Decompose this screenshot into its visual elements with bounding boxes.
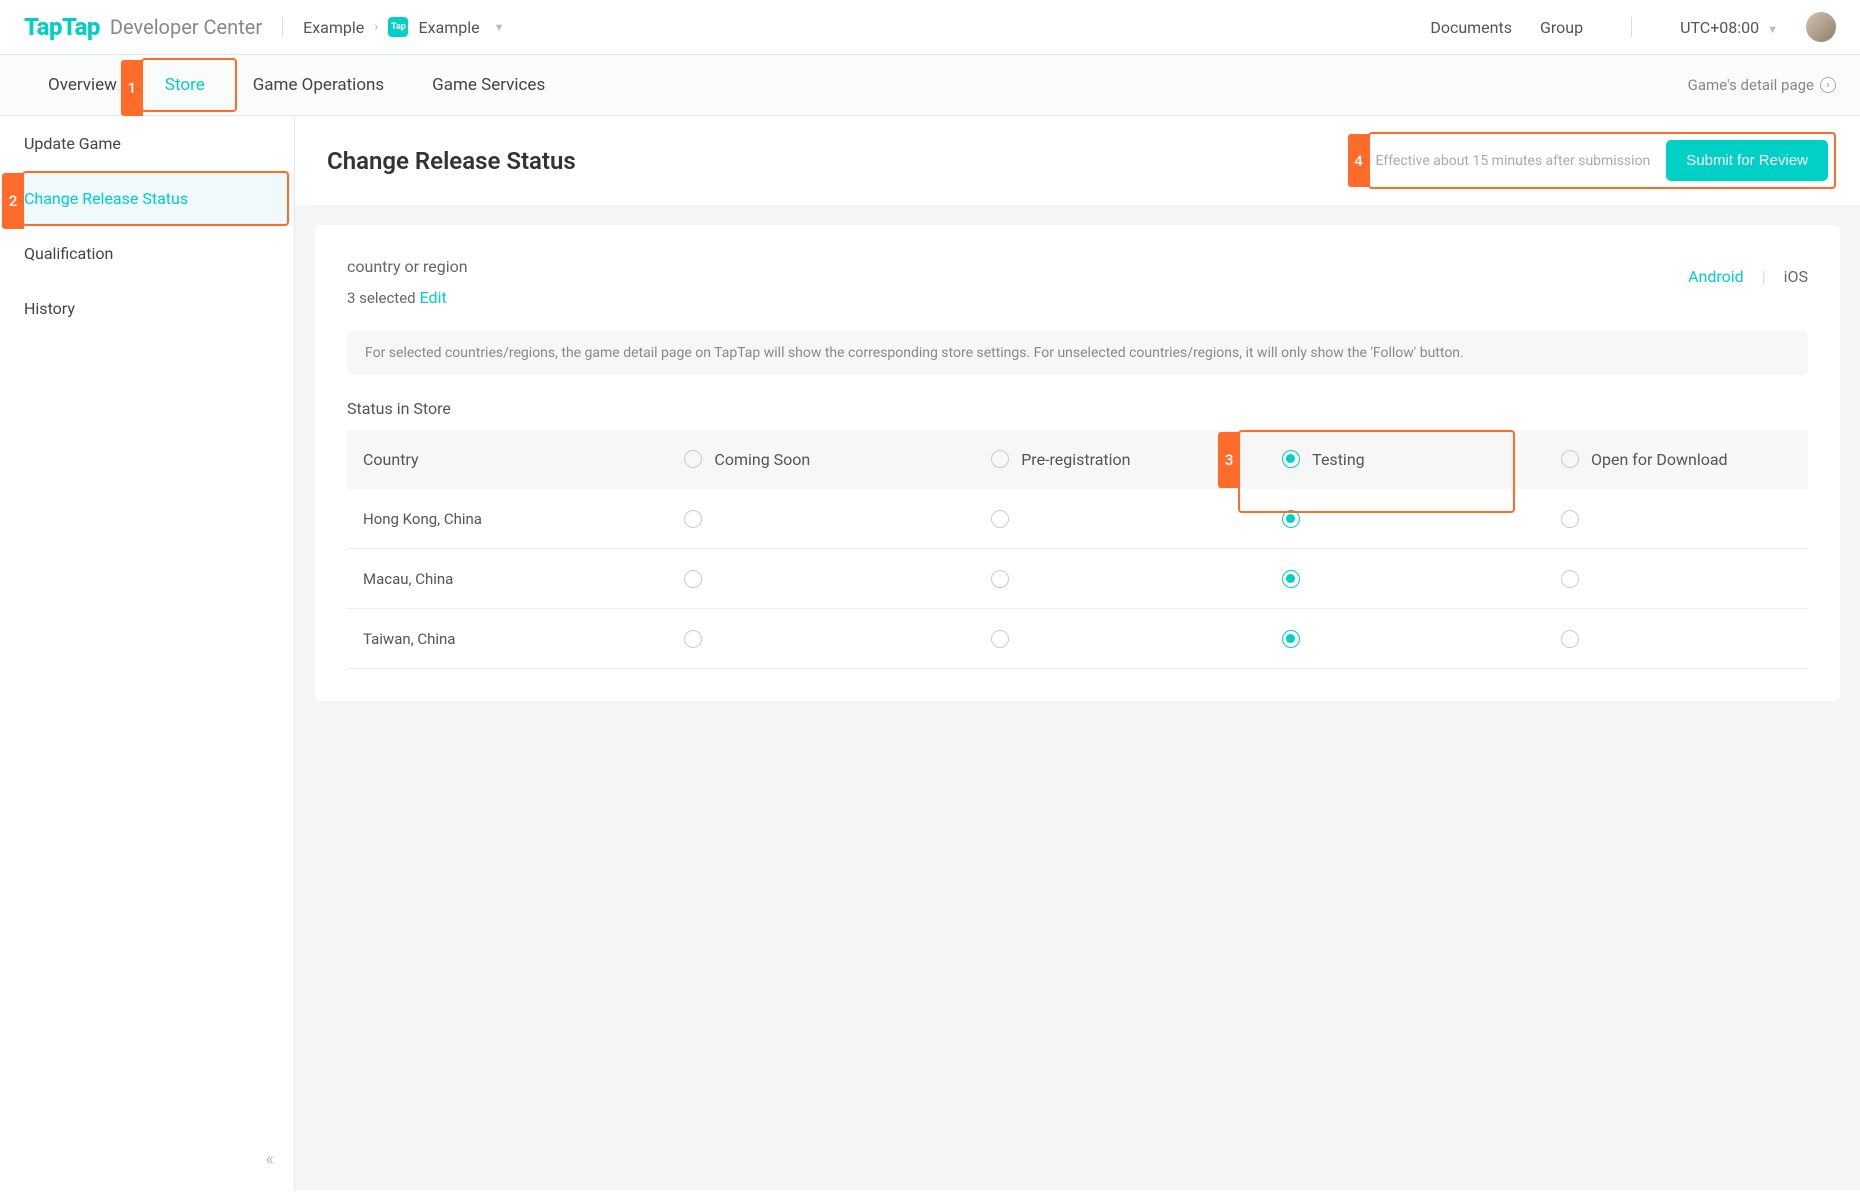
chevron-right-icon: › xyxy=(374,19,378,35)
main-header: Change Release Status 4 Effective about … xyxy=(295,116,1860,205)
tab-game-operations[interactable]: Game Operations xyxy=(229,55,408,115)
cell-radio-coming_soon[interactable] xyxy=(668,609,975,669)
col-pre-registration[interactable]: Pre-registration xyxy=(975,430,1238,489)
tab-store-wrapper: 1 Store xyxy=(141,55,229,115)
collapse-sidebar-icon[interactable]: « xyxy=(266,1149,274,1170)
radio-icon xyxy=(684,630,702,648)
breadcrumb-item-1[interactable]: Example xyxy=(303,18,364,37)
tab-overview[interactable]: Overview xyxy=(24,55,141,115)
radio-icon xyxy=(1561,510,1579,528)
radio-icon xyxy=(684,570,702,588)
breadcrumb-item-2[interactable]: Example xyxy=(418,18,479,37)
sidebar-item-change-release-status[interactable]: Change Release Status xyxy=(0,171,294,226)
info-banner: For selected countries/regions, the game… xyxy=(347,331,1808,375)
radio-icon xyxy=(1282,450,1300,468)
radio-icon xyxy=(991,450,1009,468)
cell-radio-open_download[interactable] xyxy=(1545,489,1808,549)
table-header-row: Country Coming Soon Pre-registration xyxy=(347,430,1808,489)
game-detail-page-link[interactable]: Game's detail page › xyxy=(1688,76,1836,94)
col-coming-soon[interactable]: Coming Soon xyxy=(668,430,975,489)
cell-radio-testing[interactable] xyxy=(1238,489,1545,549)
nav-documents[interactable]: Documents xyxy=(1430,18,1512,37)
dev-center-label: Developer Center xyxy=(110,15,262,39)
table-row: Hong Kong, China xyxy=(347,489,1808,549)
cell-radio-testing[interactable] xyxy=(1238,549,1545,609)
radio-icon xyxy=(991,630,1009,648)
cell-radio-pre_registration[interactable] xyxy=(975,549,1238,609)
cell-radio-pre_registration[interactable] xyxy=(975,609,1238,669)
region-label: country or region xyxy=(347,257,1808,276)
col-country: Country xyxy=(347,430,668,489)
edit-link[interactable]: Edit xyxy=(420,288,447,307)
radio-icon xyxy=(1561,570,1579,588)
cell-radio-coming_soon[interactable] xyxy=(668,489,975,549)
selected-count: 3 selected xyxy=(347,289,416,307)
radio-icon xyxy=(1282,570,1300,588)
nav-group[interactable]: Group xyxy=(1540,18,1583,37)
sidebar-item-update-game[interactable]: Update Game xyxy=(0,116,294,171)
cell-radio-open_download[interactable] xyxy=(1545,549,1808,609)
cell-radio-testing[interactable] xyxy=(1238,609,1545,669)
sidebar-item-history[interactable]: History xyxy=(0,281,294,336)
header-bar: TapTap Developer Center Example › Tap Ex… xyxy=(0,0,1860,55)
selected-row: 3 selected Edit xyxy=(347,288,1808,307)
cell-country: Hong Kong, China xyxy=(347,489,668,549)
cell-radio-coming_soon[interactable] xyxy=(668,549,975,609)
header-right: Documents Group UTC+08:00 ▼ xyxy=(1430,12,1836,42)
dropdown-caret-icon[interactable]: ▼ xyxy=(494,21,505,34)
tab-game-services[interactable]: Game Services xyxy=(408,55,569,115)
radio-icon xyxy=(684,450,702,468)
radio-icon xyxy=(991,510,1009,528)
app-icon: Tap xyxy=(388,17,408,37)
radio-icon xyxy=(684,510,702,528)
platform-tab-ios[interactable]: iOS xyxy=(1784,267,1808,286)
divider xyxy=(1631,17,1632,37)
main-tabs: Overview 1 Store Game Operations Game Se… xyxy=(0,55,1860,116)
platform-tabs: Android | iOS xyxy=(1688,267,1808,286)
logo[interactable]: TapTap xyxy=(24,13,100,41)
radio-icon xyxy=(991,570,1009,588)
platform-tab-android[interactable]: Android xyxy=(1688,267,1744,286)
cell-country: Macau, China xyxy=(347,549,668,609)
layout: Update Game 2 Change Release Status Qual… xyxy=(0,116,1860,1190)
radio-icon xyxy=(1561,450,1579,468)
divider: | xyxy=(1762,267,1766,286)
radio-icon xyxy=(1561,630,1579,648)
content-card: country or region 3 selected Edit Androi… xyxy=(315,225,1840,701)
cell-country: Taiwan, China xyxy=(347,609,668,669)
radio-icon xyxy=(1282,630,1300,648)
timezone-selector[interactable]: UTC+08:00 ▼ xyxy=(1680,18,1778,37)
avatar[interactable] xyxy=(1806,12,1836,42)
submit-note: Effective about 15 minutes after submiss… xyxy=(1376,153,1651,169)
status-label: Status in Store xyxy=(347,399,1808,418)
status-table: Country Coming Soon Pre-registration xyxy=(347,430,1808,669)
radio-icon xyxy=(1282,510,1300,528)
tab-store[interactable]: Store xyxy=(141,55,229,115)
sidebar-item-qualification[interactable]: Qualification xyxy=(0,226,294,281)
cell-radio-open_download[interactable] xyxy=(1545,609,1808,669)
sidebar-item-wrapper: 2 Change Release Status xyxy=(0,171,294,226)
divider xyxy=(282,17,283,37)
breadcrumb: Example › Tap Example ▼ xyxy=(303,17,504,37)
dropdown-caret-icon: ▼ xyxy=(1767,23,1778,36)
table-row: Taiwan, China xyxy=(347,609,1808,669)
page-title: Change Release Status xyxy=(327,147,576,175)
col-open-download[interactable]: Open for Download xyxy=(1545,430,1808,489)
table-row: Macau, China xyxy=(347,549,1808,609)
sidebar: Update Game 2 Change Release Status Qual… xyxy=(0,116,295,1190)
col-testing[interactable]: 3 Testing xyxy=(1238,430,1545,489)
main-content: Change Release Status 4 Effective about … xyxy=(295,116,1860,1190)
callout-4: 4 xyxy=(1348,134,1370,187)
submit-for-review-button[interactable]: Submit for Review xyxy=(1666,140,1828,181)
cell-radio-pre_registration[interactable] xyxy=(975,489,1238,549)
arrow-right-circle-icon: › xyxy=(1820,77,1836,93)
